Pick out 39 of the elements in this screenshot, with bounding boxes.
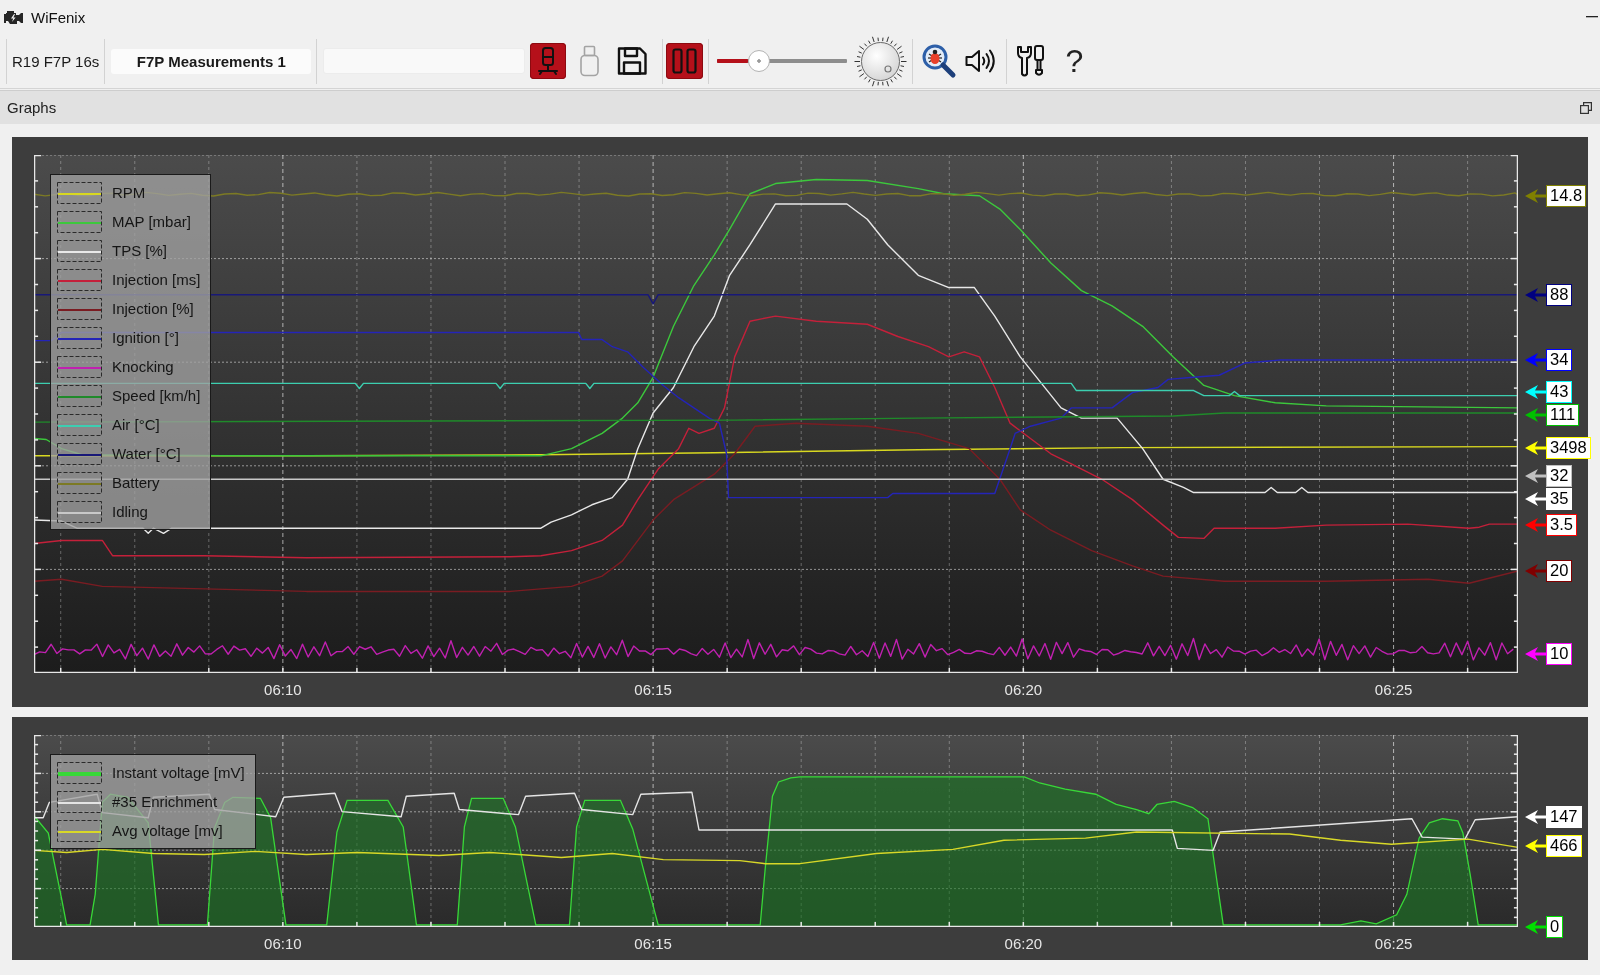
value-label: 34 (1546, 349, 1573, 371)
value-label: 147 (1546, 806, 1582, 828)
axis-time-label: 06:20 (1004, 935, 1043, 952)
value-label: 32 (1546, 465, 1573, 487)
slider-fill (717, 59, 748, 63)
axis-time-label: 06:10 (264, 935, 302, 952)
pause-icon (672, 48, 698, 74)
window-title: WiFenix (31, 8, 86, 26)
wrench-screwdriver-icon[interactable] (1016, 44, 1047, 78)
axis-time-label: 06:25 (1374, 935, 1413, 952)
measurement-name: F7P Measurements 1 (111, 48, 312, 74)
engine-icon (3, 9, 24, 25)
value-label: 43 (1546, 381, 1573, 403)
value-label: 3498 (1546, 437, 1591, 459)
value-label: 14.8 (1546, 185, 1587, 207)
slider-handle[interactable] (747, 50, 770, 72)
value-label: 0 (1546, 916, 1564, 938)
value-label: 3.5 (1546, 514, 1577, 536)
value-label: 111 (1546, 404, 1580, 426)
minimize-icon[interactable] (1586, 16, 1598, 18)
axis-time-label: 06:10 (264, 681, 302, 698)
value-label: 466 (1546, 835, 1582, 857)
axis-time-label: 06:20 (1004, 681, 1043, 698)
axis-time-label: 06:15 (634, 681, 672, 698)
panel-title: Graphs (7, 99, 57, 116)
help-button[interactable]: ? (1063, 43, 1086, 79)
record-button[interactable] (530, 43, 567, 79)
session-info: R19 F7P 16s (12, 52, 100, 70)
value-label: 88 (1546, 284, 1573, 306)
value-label: 20 (1546, 560, 1573, 582)
device-on-stand-icon (536, 46, 561, 76)
dial-knob[interactable] (854, 34, 908, 88)
axis-time-label: 06:25 (1374, 681, 1413, 698)
restore-icon[interactable] (1580, 101, 1592, 114)
pause-button[interactable] (666, 43, 704, 79)
axis-time-label: 06:15 (634, 935, 672, 952)
bug-magnifier-icon[interactable] (920, 43, 958, 79)
value-label: 10 (1546, 643, 1573, 665)
value-label: 35 (1546, 488, 1573, 510)
